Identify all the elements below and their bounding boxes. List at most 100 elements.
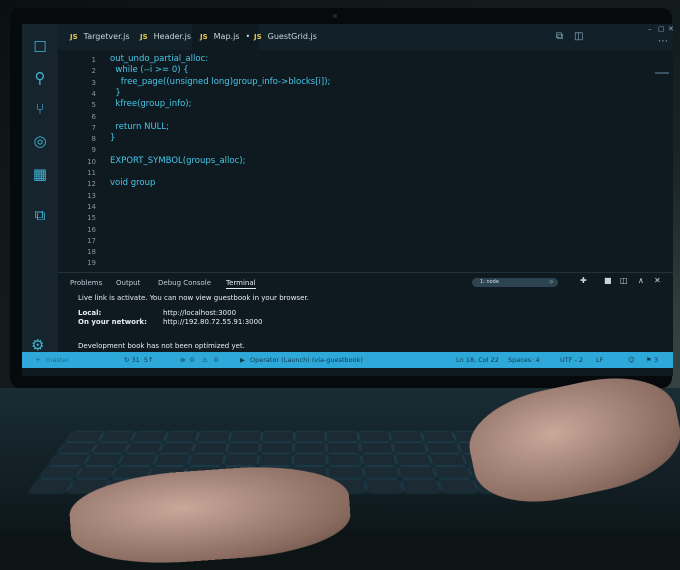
- tab-terminal[interactable]: Terminal: [226, 279, 256, 289]
- minimize-icon[interactable]: –: [648, 24, 652, 42]
- line-number: 18: [87, 248, 96, 257]
- keyboard-key: [84, 454, 123, 465]
- line-number: 1: [91, 56, 96, 64]
- new-terminal-icon[interactable]: ✚: [580, 276, 587, 285]
- keyboard-key: [366, 480, 403, 492]
- line-number: 2: [91, 67, 96, 76]
- terminal-line: Live link is activate. You can now view …: [78, 294, 309, 302]
- keyboard-key: [396, 454, 431, 465]
- editor-tab-bar: JS Targetver.js JS Header.js JS Map.js • JS G…: [58, 24, 673, 50]
- terminal-network-url[interactable]: http://192.80.72.55.91:3000: [163, 318, 263, 326]
- cursor-position[interactable]: Ln 18, Col 22: [456, 352, 499, 368]
- encoding[interactable]: UTF - 2: [560, 352, 583, 368]
- play-icon[interactable]: ▶: [240, 352, 245, 368]
- keyboard-key: [67, 432, 103, 442]
- code-line[interactable]: }: [110, 133, 115, 143]
- keyboard-key: [390, 432, 423, 442]
- source-control-icon[interactable]: ⑂: [31, 100, 49, 118]
- error-icon[interactable]: ⊗: [180, 352, 185, 368]
- terminal-network-label: On your network:: [78, 318, 147, 326]
- open-preview-icon[interactable]: ⧉: [556, 24, 563, 50]
- split-terminal-icon[interactable]: ◫: [620, 276, 628, 285]
- scrollbar-thumb[interactable]: [655, 72, 669, 74]
- chevron-up-icon[interactable]: ∧: [638, 276, 644, 285]
- feedback-icon[interactable]: ☺: [628, 352, 635, 368]
- keyboard-key: [189, 454, 224, 465]
- tab-problems[interactable]: Problems: [70, 279, 102, 287]
- keyboard-key: [425, 442, 461, 453]
- tab-debug-console[interactable]: Debug Console: [158, 279, 211, 287]
- code-line[interactable]: free_page((unsigned long)group_info->blo…: [110, 77, 331, 87]
- notification-count[interactable]: 3: [654, 352, 658, 368]
- branch-icon[interactable]: ⑂: [36, 352, 40, 368]
- webcam: [333, 14, 337, 18]
- line-number: 6: [91, 112, 96, 121]
- code-line[interactable]: kfree(group_info);: [110, 99, 191, 109]
- keyboard-key: [49, 454, 89, 465]
- warning-icon[interactable]: ⚠: [202, 352, 208, 368]
- bell-icon[interactable]: ⚑: [646, 352, 652, 368]
- terminal-local-label: Local:: [78, 309, 102, 317]
- js-file-icon: JS: [254, 33, 262, 41]
- code-line[interactable]: return NULL;: [110, 122, 169, 132]
- line-ending[interactable]: LF: [596, 352, 603, 368]
- keyboard-key: [229, 432, 262, 442]
- keyboard-key: [294, 442, 326, 453]
- keyboard-key: [58, 442, 96, 453]
- bottom-panel: Problems Output Debug Console Terminal 1…: [58, 272, 673, 353]
- warning-count[interactable]: 0: [214, 352, 218, 368]
- js-file-icon: JS: [70, 33, 78, 41]
- keyboard-key: [358, 432, 391, 442]
- keyboard-key: [159, 442, 195, 453]
- keyboard-key: [328, 466, 363, 478]
- error-count[interactable]: 0: [190, 352, 194, 368]
- terminal-select[interactable]: 1: node ⬦: [472, 278, 558, 287]
- terminal-select-value: 1: node: [480, 279, 499, 285]
- keyboard-key: [227, 442, 260, 453]
- js-file-icon: JS: [200, 33, 208, 41]
- tab-label: Targetver.js: [83, 32, 130, 41]
- close-panel-icon[interactable]: ✕: [654, 276, 661, 285]
- line-number: 15: [87, 214, 96, 223]
- keyboard-key: [40, 466, 81, 478]
- keyboard-key: [193, 442, 227, 453]
- sync-status[interactable]: ↻ 31 5↑: [124, 352, 154, 368]
- indentation[interactable]: Spaces: 4: [508, 352, 540, 368]
- branch-label[interactable]: master: [46, 352, 69, 368]
- keyboard-key: [99, 432, 135, 442]
- explorer-icon[interactable]: ☐: [31, 38, 49, 56]
- keyboard-key: [295, 432, 325, 442]
- tab-guestgrid[interactable]: JS GuestGrid.js: [246, 24, 325, 50]
- line-number: 5: [91, 101, 96, 110]
- code-line[interactable]: while (--i >= 0) {: [110, 65, 188, 75]
- code-editor[interactable]: 1234567891011121314151617181920 out_undo…: [58, 50, 673, 279]
- remote-explorer-icon[interactable]: ⧉: [31, 206, 49, 224]
- keyboard-key: [393, 442, 427, 453]
- debug-icon[interactable]: ◎: [31, 132, 49, 150]
- extensions-icon[interactable]: ▦: [31, 165, 49, 183]
- tab-targetver[interactable]: JS Targetver.js: [62, 24, 138, 50]
- line-number: 8: [91, 135, 96, 144]
- launch-config[interactable]: Operator (Launch) (via-guestbook): [250, 352, 363, 368]
- keyboard-key: [328, 454, 361, 465]
- code-line[interactable]: out_undo_partial_alloc:: [110, 54, 208, 64]
- keyboard-key: [399, 466, 436, 478]
- tab-header[interactable]: JS Header.js: [132, 24, 199, 50]
- keyboard-key: [30, 480, 73, 492]
- line-number: 13: [87, 191, 96, 200]
- tab-label: GuestGrid.js: [267, 32, 317, 41]
- keyboard-key: [362, 454, 396, 465]
- terminal-local-url[interactable]: http://localhost:3000: [163, 309, 236, 317]
- code-line[interactable]: EXPORT_SYMBOL(groups_alloc);: [110, 156, 245, 166]
- line-number: 12: [87, 180, 96, 189]
- close-window-icon[interactable]: ✕: [668, 24, 673, 42]
- search-icon[interactable]: ⚲: [31, 69, 49, 87]
- code-line[interactable]: void group: [110, 178, 155, 188]
- split-editor-icon[interactable]: ◫: [574, 24, 583, 50]
- keyboard-key: [293, 454, 327, 465]
- keyboard-key: [262, 432, 293, 442]
- code-line[interactable]: }: [110, 88, 120, 98]
- keyboard-key: [92, 442, 129, 453]
- trash-icon[interactable]: ■: [604, 276, 612, 285]
- tab-output[interactable]: Output: [116, 279, 140, 287]
